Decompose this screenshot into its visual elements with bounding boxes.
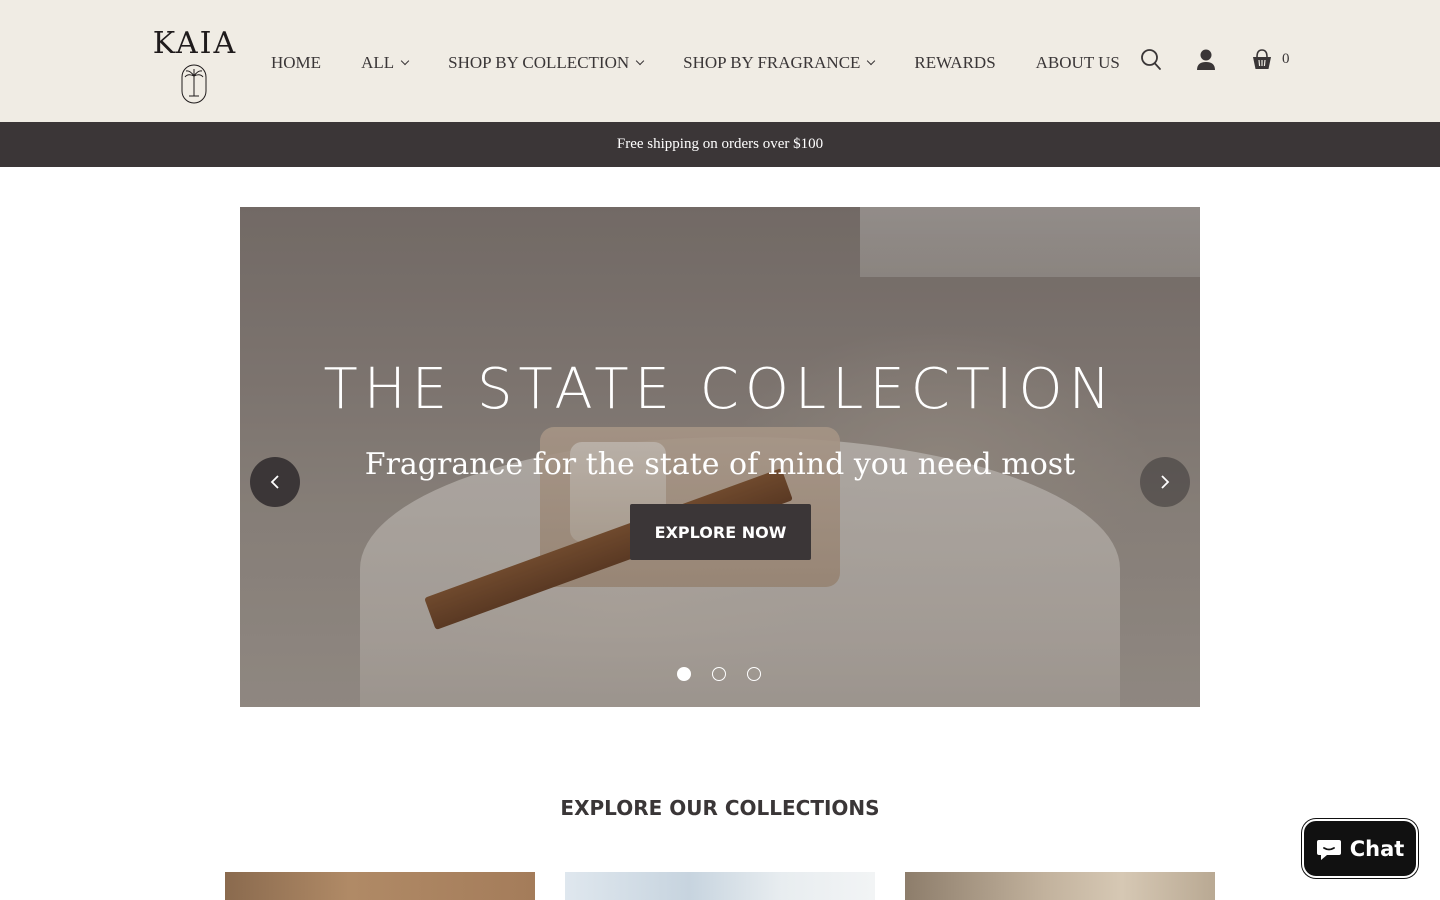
brand-logo[interactable]: KAIA [152,26,238,106]
search-icon[interactable] [1140,48,1162,72]
collection-card[interactable] [225,872,535,900]
chevron-right-icon [1161,475,1170,489]
collections-title: EXPLORE OUR COLLECTIONS [560,796,880,820]
nav-all[interactable]: ALL [361,53,410,73]
nav-about-us-label: ABOUT US [1035,53,1120,72]
nav-shop-by-fragrance[interactable]: SHOP BY FRAGRANCE [683,53,876,73]
main-nav: HOME ALL SHOP BY COLLECTION SHOP BY FRAG… [271,50,1160,76]
slide-dots [677,667,761,681]
slide-prev-button[interactable] [250,457,300,507]
collection-card[interactable] [565,872,875,900]
nav-rewards-label: REWARDS [914,53,996,72]
slide-dot-2[interactable] [712,667,726,681]
chat-label: Chat [1349,836,1405,861]
nav-rewards[interactable]: REWARDS [914,53,995,73]
hero-subtitle: Fragrance for the state of mind you need… [364,447,1076,482]
chevron-left-icon [270,475,279,489]
nav-home-label: HOME [271,53,322,72]
hero-title: THE STATE COLLECTION [323,357,1117,422]
hero-slideshow: THE STATE COLLECTION Fragrance for the s… [240,207,1200,707]
cart-count: 0 [1282,51,1290,67]
chat-button[interactable]: Chat [1302,819,1418,878]
announcement-bar: Free shipping on orders over $100 [0,122,1440,167]
brand-name: KAIA [152,26,238,61]
account-icon[interactable] [1196,48,1216,72]
site-header: KAIA HOME ALL SHOP BY COLLECTION SHOP BY… [0,0,1440,122]
nav-shop-by-fragrance-label: SHOP BY FRAGRANCE [683,53,861,72]
announcement-text: Free shipping on orders over $100 [616,136,824,152]
explore-now-button[interactable]: EXPLORE NOW [630,504,811,560]
cart-icon[interactable] [1250,48,1274,72]
slide-dot-1[interactable] [677,667,691,681]
slide-dot-3[interactable] [747,667,761,681]
collection-card[interactable] [905,872,1215,900]
chat-bubble-icon [1316,839,1341,860]
nav-home[interactable]: HOME [271,53,321,73]
nav-all-label: ALL [361,53,395,72]
chevron-down-icon [400,56,410,66]
palm-tree-icon [181,64,207,104]
chevron-down-icon [867,56,876,66]
slide-next-button[interactable] [1140,457,1190,507]
chevron-down-icon [635,56,645,66]
nav-shop-by-collection[interactable]: SHOP BY COLLECTION [448,53,645,73]
nav-about-us[interactable]: ABOUT US [1036,53,1120,73]
nav-shop-by-collection-label: SHOP BY COLLECTION [448,53,630,72]
